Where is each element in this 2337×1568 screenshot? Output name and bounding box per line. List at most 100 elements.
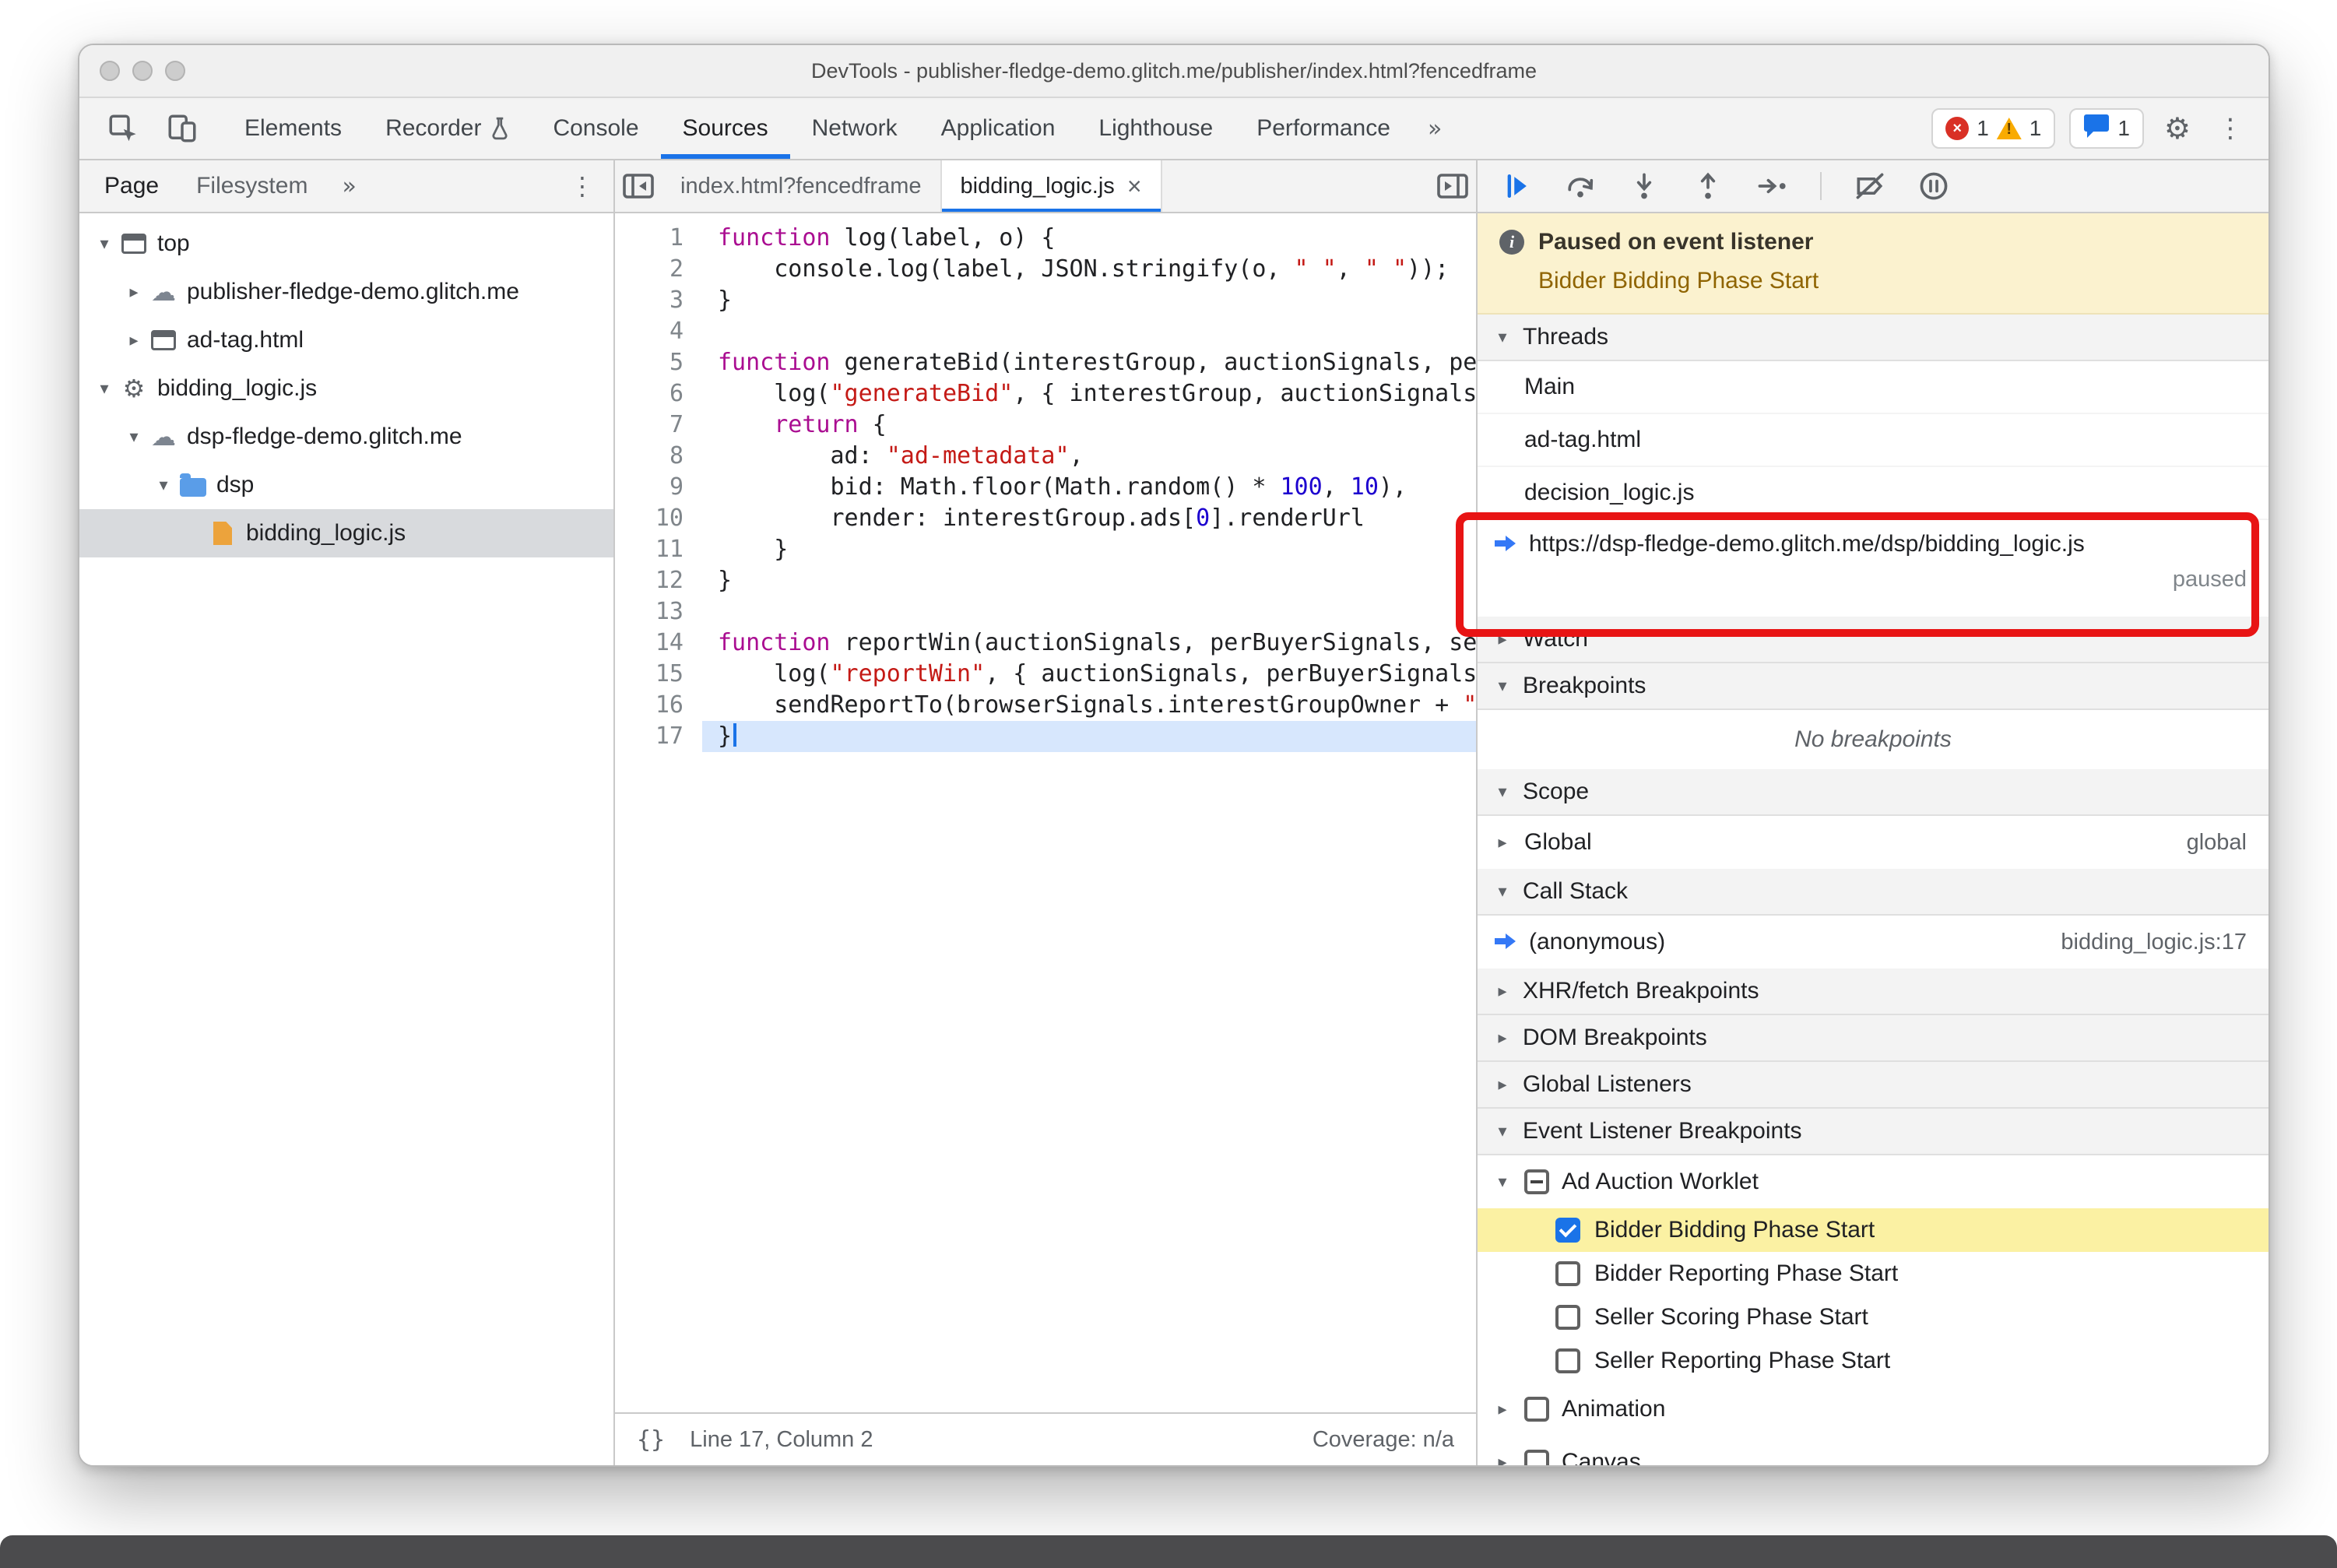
zoom-window-button[interactable] (165, 61, 185, 81)
settings-gear-icon[interactable]: ⚙ (2158, 111, 2197, 146)
code-line[interactable]: return { (702, 410, 1476, 441)
tree-item-dsp-fledge-demo-glitch-me[interactable]: ▾ ☁ dsp-fledge-demo.glitch.me (79, 413, 613, 461)
checkbox-icon[interactable] (1524, 1397, 1549, 1422)
toggle-debugger-panel-icon[interactable] (1429, 160, 1476, 212)
deactivate-breakpoints-icon[interactable] (1850, 166, 1890, 206)
line-number[interactable]: 12 (615, 565, 684, 596)
elb-item-bidder-reporting-phase-start[interactable]: Bidder Reporting Phase Start (1478, 1252, 2268, 1296)
checkbox-icon[interactable] (1555, 1348, 1580, 1373)
console-errors-warnings-badge[interactable]: × 1 ! 1 (1931, 108, 2056, 149)
code-line[interactable]: } (702, 721, 1476, 752)
line-number[interactable]: 14 (615, 628, 684, 659)
code-line[interactable]: render: interestGroup.ads[0].renderUrl (702, 503, 1476, 534)
inspect-element-icon[interactable] (101, 107, 145, 150)
section-global-listeners[interactable]: ▸ Global Listeners (1478, 1062, 2268, 1109)
minimize-window-button[interactable] (132, 61, 153, 81)
elb-item-seller-reporting-phase-start[interactable]: Seller Reporting Phase Start (1478, 1339, 2268, 1383)
checkbox-icon[interactable] (1524, 1169, 1549, 1194)
code-line[interactable] (702, 596, 1476, 628)
code-line[interactable]: sendReportTo(browserSignals.interestGrou… (702, 690, 1476, 721)
more-panels-chevron[interactable]: » (1412, 98, 1457, 159)
elb-item-seller-scoring-phase-start[interactable]: Seller Scoring Phase Start (1478, 1296, 2268, 1339)
line-number[interactable]: 15 (615, 659, 684, 690)
section-call-stack[interactable]: ▾ Call Stack (1478, 869, 2268, 916)
checkbox-icon[interactable] (1555, 1261, 1580, 1286)
tab-lighthouse[interactable]: Lighthouse (1077, 98, 1235, 159)
thread-item-active[interactable]: https://dsp-fledge-demo.glitch.me/dsp/bi… (1478, 520, 2268, 617)
checkbox-icon[interactable] (1524, 1450, 1549, 1465)
line-number[interactable]: 17 (615, 721, 684, 752)
editor-tab-bidding-logic-js[interactable]: bidding_logic.js × (941, 160, 1162, 212)
code-line[interactable]: function log(label, o) { (702, 223, 1476, 254)
section-xhr-fetch-breakpoints[interactable]: ▸ XHR/fetch Breakpoints (1478, 969, 2268, 1015)
pause-on-exceptions-icon[interactable] (1914, 166, 1954, 206)
checkbox-icon[interactable] (1555, 1218, 1580, 1243)
line-number[interactable]: 9 (615, 472, 684, 503)
navigator-menu-icon[interactable]: ⋮ (551, 171, 613, 201)
navigator-tab-filesystem[interactable]: Filesystem (177, 160, 326, 212)
section-threads[interactable]: ▾ Threads (1478, 315, 2268, 361)
section-breakpoints[interactable]: ▾ Breakpoints (1478, 663, 2268, 710)
toggle-navigator-panel-icon[interactable] (615, 160, 662, 212)
tree-item-ad-tag-html[interactable]: ▸ ad-tag.html (79, 316, 613, 364)
line-number-gutter[interactable]: 1 2 3 4 5 6 7 8 9 10 11 12 13 14 15 16 17 (615, 213, 702, 1412)
code-line[interactable]: } (702, 285, 1476, 316)
tab-recorder[interactable]: Recorder (364, 98, 531, 159)
code-line[interactable] (702, 316, 1476, 347)
section-watch[interactable]: ▸ Watch (1478, 617, 2268, 663)
tree-item-dsp[interactable]: ▾ dsp (79, 461, 613, 509)
tab-console[interactable]: Console (531, 98, 660, 159)
line-number[interactable]: 1 (615, 223, 684, 254)
section-scope[interactable]: ▾ Scope (1478, 769, 2268, 816)
line-number[interactable]: 8 (615, 441, 684, 472)
tree-item-publisher-fledge-demo-glitch-me[interactable]: ▸ ☁ publisher-fledge-demo.glitch.me (79, 268, 613, 316)
step-icon[interactable] (1752, 166, 1792, 206)
close-tab-icon[interactable]: × (1127, 172, 1142, 201)
close-window-button[interactable] (100, 61, 120, 81)
elb-group-ad-auction-worklet[interactable]: ▾ Ad Auction Worklet (1478, 1155, 2268, 1208)
code-line[interactable]: } (702, 534, 1476, 565)
line-number[interactable]: 7 (615, 410, 684, 441)
code-line[interactable]: function generateBid(interestGroup, auct… (702, 347, 1476, 378)
tab-performance[interactable]: Performance (1235, 98, 1412, 159)
checkbox-icon[interactable] (1555, 1305, 1580, 1330)
line-number[interactable]: 3 (615, 285, 684, 316)
line-number[interactable]: 10 (615, 503, 684, 534)
code-content[interactable]: function log(label, o) { console.log(lab… (702, 213, 1476, 1412)
more-navigator-tabs-chevron[interactable]: » (326, 173, 371, 200)
section-event-listener-breakpoints[interactable]: ▾ Event Listener Breakpoints (1478, 1109, 2268, 1155)
elb-item-bidder-bidding-phase-start[interactable]: Bidder Bidding Phase Start (1478, 1208, 2268, 1252)
line-number[interactable]: 13 (615, 596, 684, 628)
step-out-icon[interactable] (1688, 166, 1728, 206)
resume-icon[interactable] (1496, 166, 1537, 206)
scope-global-row[interactable]: ▸ Global global (1478, 816, 2268, 869)
tab-application[interactable]: Application (919, 98, 1077, 159)
code-line[interactable]: } (702, 565, 1476, 596)
tab-network[interactable]: Network (790, 98, 919, 159)
thread-item-decision-logic-js[interactable]: decision_logic.js (1478, 467, 2268, 520)
call-stack-frame[interactable]: (anonymous) bidding_logic.js:17 (1478, 916, 2268, 969)
code-line[interactable]: function reportWin(auctionSignals, perBu… (702, 628, 1476, 659)
elb-group-canvas[interactable]: ▸ Canvas (1478, 1436, 2268, 1465)
thread-item-main[interactable]: Main (1478, 361, 2268, 414)
code-line[interactable]: ad: "ad-metadata", (702, 441, 1476, 472)
step-into-icon[interactable] (1624, 166, 1664, 206)
code-line[interactable]: log("generateBid", { interestGroup, auct… (702, 378, 1476, 410)
pretty-print-button[interactable]: {} (637, 1426, 665, 1454)
line-number[interactable]: 6 (615, 378, 684, 410)
code-line[interactable]: console.log(label, JSON.stringify(o, " "… (702, 254, 1476, 285)
tree-item-top[interactable]: ▾ top (79, 220, 613, 268)
code-editor[interactable]: 1 2 3 4 5 6 7 8 9 10 11 12 13 14 15 16 17 function log(l… (615, 213, 1476, 1412)
thread-item-ad-tag-html[interactable]: ad-tag.html (1478, 414, 2268, 467)
tree-item-bidding-logic-js[interactable]: ▾ ⚙ bidding_logic.js (79, 364, 613, 413)
line-number[interactable]: 11 (615, 534, 684, 565)
step-over-icon[interactable] (1560, 166, 1601, 206)
code-line[interactable]: log("reportWin", { auctionSignals, perBu… (702, 659, 1476, 690)
line-number[interactable]: 2 (615, 254, 684, 285)
elb-group-animation[interactable]: ▸ Animation (1478, 1383, 2268, 1436)
tab-elements[interactable]: Elements (223, 98, 364, 159)
editor-tab-index-html-fencedframe[interactable]: index.html?fencedframe (662, 160, 942, 212)
tree-item-bidding-logic-js[interactable]: bidding_logic.js (79, 509, 613, 557)
tab-sources[interactable]: Sources (661, 98, 790, 159)
code-line[interactable]: bid: Math.floor(Math.random() * 100, 10)… (702, 472, 1476, 503)
